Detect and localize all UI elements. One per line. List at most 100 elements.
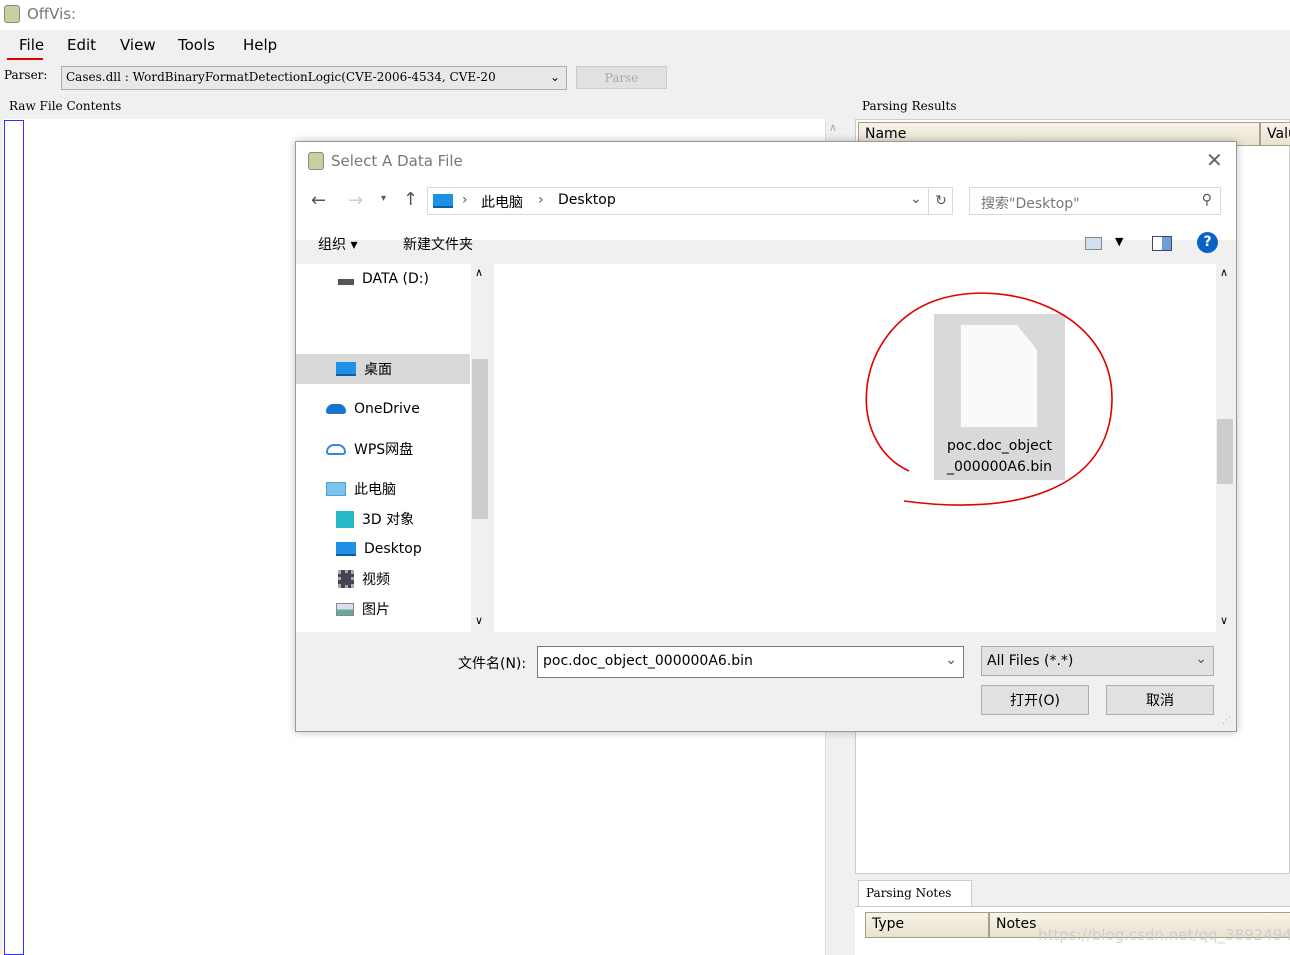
tab-label: Parsing Notes — [866, 886, 952, 900]
file-list-scrollbar[interactable]: ∧ ∨ — [1216, 264, 1234, 632]
drive-icon — [338, 279, 354, 285]
back-icon[interactable]: ← — [311, 190, 326, 211]
parser-value: Cases.dll : WordBinaryFormatDetectionLog… — [66, 70, 496, 84]
scroll-down-icon[interactable]: ∨ — [1220, 614, 1228, 627]
up-icon[interactable]: ↑ — [403, 189, 418, 210]
nav-label: 此电脑 — [354, 482, 396, 498]
watermark: https://blog.csdn.net/qq_38924942 — [1038, 926, 1290, 944]
menu-file[interactable]: File — [19, 36, 44, 54]
nav-item-onedrive[interactable]: OneDrive — [296, 394, 470, 424]
nav-scrollbar[interactable]: ∧ ∨ — [471, 264, 489, 632]
nav-item-wps[interactable]: WPS网盘 — [296, 434, 470, 464]
preview-pane-icon[interactable] — [1152, 236, 1172, 251]
parse-label: Parse — [604, 70, 639, 85]
title-bar: OffVis: — [0, 0, 1290, 30]
menu-tools[interactable]: Tools — [178, 36, 215, 54]
chevron-down-icon[interactable]: ⌄ — [910, 191, 922, 207]
nav-label: DATA (D:) — [362, 271, 429, 287]
forward-icon[interactable]: → — [348, 190, 363, 211]
file-dialog: Select A Data File ✕ ← → ▾ ↑ › 此电脑 › Des… — [295, 141, 1237, 732]
breadcrumb-item[interactable]: 此电脑 — [481, 192, 523, 212]
column-value[interactable]: Value — [1260, 122, 1290, 146]
organize-button[interactable]: 组织 ▾ — [318, 234, 357, 254]
raw-panel-title: Raw File Contents — [9, 99, 122, 113]
app-title: OffVis: — [27, 5, 77, 23]
nav-label: 图片 — [362, 602, 390, 618]
onedrive-icon — [326, 404, 346, 414]
file-type-value: All Files (*.*) — [987, 653, 1074, 669]
breadcrumb-sep: › — [538, 192, 544, 208]
nav-label: WPS网盘 — [354, 442, 414, 458]
navigation-pane[interactable]: DATA (D:) 桌面 OneDrive WPS网盘 此电脑 3D 对象 De… — [296, 264, 471, 632]
menu-bar: File Edit View Tools Help — [0, 30, 1290, 62]
desktop-icon — [336, 362, 356, 376]
close-icon[interactable]: ✕ — [1206, 148, 1223, 172]
parser-label: Parser: — [4, 68, 48, 82]
nav-item-data-d[interactable]: DATA (D:) — [296, 264, 470, 294]
new-folder-button[interactable]: 新建文件夹 — [403, 234, 473, 254]
filename-label: 文件名(N): — [458, 656, 527, 672]
menu-view[interactable]: View — [120, 36, 156, 54]
cube-icon — [336, 510, 354, 528]
parse-button[interactable]: Parse — [576, 66, 667, 89]
search-placeholder: 搜索"Desktop" — [981, 196, 1080, 212]
nav-item-desktop[interactable]: Desktop — [296, 534, 470, 564]
cancel-button[interactable]: 取消 — [1106, 685, 1214, 715]
nav-item-pictures[interactable]: 图片 — [296, 594, 470, 624]
column-type[interactable]: Type — [865, 912, 989, 938]
cloud-icon — [326, 443, 346, 455]
open-label: 打开(O) — [1010, 693, 1060, 709]
nav-item-desktop-cn[interactable]: 桌面 — [296, 354, 470, 384]
parser-select[interactable]: Cases.dll : WordBinaryFormatDetectionLog… — [61, 66, 567, 90]
nav-item-video[interactable]: 视频 — [296, 564, 470, 594]
annotation-circle — [865, 292, 1113, 506]
recent-dropdown-icon[interactable]: ▾ — [381, 193, 386, 204]
dialog-app-icon — [308, 152, 324, 170]
resize-grip-icon[interactable]: ⋰ — [1222, 716, 1231, 726]
scroll-thumb[interactable] — [472, 359, 488, 519]
computer-icon — [433, 194, 453, 208]
computer-icon — [326, 482, 346, 496]
filename-input[interactable]: poc.doc_object_000000A6.bin ⌄ — [537, 646, 964, 678]
address-bar[interactable]: › 此电脑 › Desktop ⌄ ↻ — [427, 187, 953, 215]
nav-label: 桌面 — [364, 362, 392, 378]
command-bar: 组织 ▾ 新建文件夹 ▼ ? — [296, 232, 1236, 264]
video-icon — [338, 570, 354, 588]
tab-parsing-notes[interactable]: Parsing Notes — [858, 880, 972, 907]
scroll-thumb[interactable] — [1217, 419, 1233, 484]
file-type-select[interactable]: All Files (*.*) ⌄ — [981, 646, 1214, 676]
chevron-down-icon[interactable]: ⌄ — [945, 652, 957, 668]
filename-value: poc.doc_object_000000A6.bin — [543, 653, 753, 669]
annotation-underline — [7, 58, 43, 60]
scroll-up-icon[interactable]: ∧ — [475, 266, 483, 279]
cancel-label: 取消 — [1146, 693, 1174, 709]
breadcrumb-item[interactable]: Desktop — [558, 192, 616, 208]
view-dropdown-icon[interactable]: ▼ — [1115, 235, 1123, 248]
nav-label: OneDrive — [354, 401, 420, 417]
view-options-icon[interactable] — [1085, 237, 1102, 250]
open-button[interactable]: 打开(O) — [981, 685, 1089, 715]
nav-label: 视频 — [362, 572, 390, 588]
picture-icon — [336, 602, 354, 616]
scroll-down-icon[interactable]: ∨ — [475, 614, 483, 627]
scroll-up-icon[interactable]: ∧ — [1220, 266, 1228, 279]
search-input[interactable]: 搜索"Desktop" ⚲ — [969, 187, 1221, 215]
help-icon[interactable]: ? — [1197, 232, 1218, 253]
chevron-down-icon: ⌄ — [549, 70, 560, 84]
app-icon — [4, 5, 20, 23]
nav-label: Desktop — [364, 541, 422, 557]
breadcrumb-sep: › — [462, 192, 468, 208]
search-icon[interactable]: ⚲ — [1202, 192, 1212, 208]
dialog-title: Select A Data File — [331, 152, 463, 170]
scroll-up-icon[interactable]: ∧ — [829, 121, 837, 134]
refresh-icon[interactable]: ↻ — [928, 188, 953, 214]
chevron-down-icon: ⌄ — [1195, 651, 1207, 667]
caret-column — [4, 120, 24, 955]
file-list[interactable]: poc.doc_object _000000A6.bin — [494, 264, 1216, 632]
menu-edit[interactable]: Edit — [67, 36, 96, 54]
nav-item-3d[interactable]: 3D 对象 — [296, 504, 470, 534]
nav-item-this-pc[interactable]: 此电脑 — [296, 474, 470, 504]
menu-help[interactable]: Help — [243, 36, 277, 54]
desktop-icon — [336, 542, 356, 556]
results-panel-title: Parsing Results — [862, 99, 957, 113]
